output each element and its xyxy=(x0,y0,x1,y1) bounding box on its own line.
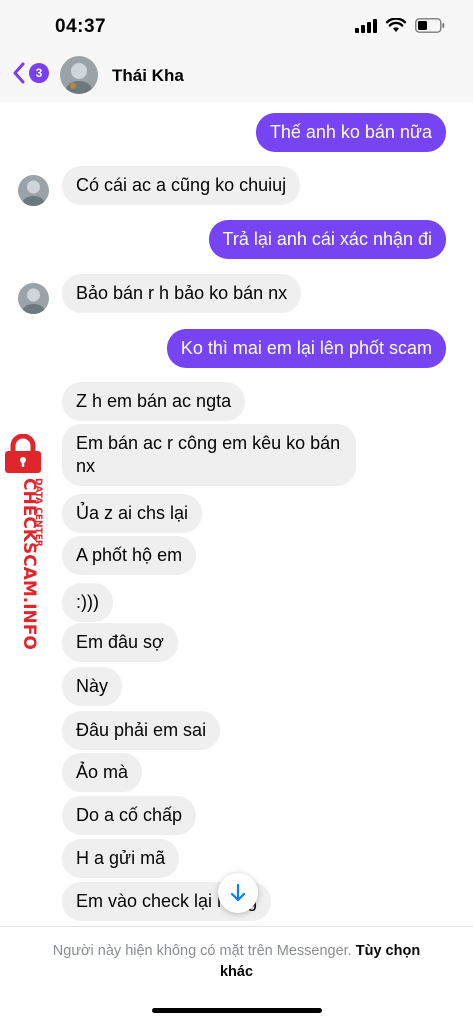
message-bubble-outgoing[interactable]: Trả lại anh cái xác nhận đi xyxy=(208,220,446,259)
status-time: 04:37 xyxy=(55,16,107,37)
scroll-to-bottom-button[interactable] xyxy=(218,873,258,913)
message-bubble-incoming[interactable]: Em đâu sợ xyxy=(62,623,178,662)
conversation-header: 3 Thái Kha xyxy=(0,52,473,102)
home-indicator[interactable] xyxy=(152,1008,322,1013)
message-bubble-incoming[interactable]: Z h em bán ac ngta xyxy=(62,382,246,421)
message-bubble-incoming[interactable]: Có cái ac a cũng ko chuiuj xyxy=(62,166,301,205)
contact-name[interactable]: Thái Kha xyxy=(112,66,184,86)
arrow-down-icon xyxy=(230,883,246,902)
message-bubble-incoming[interactable]: Do a cố chấp xyxy=(62,796,197,835)
message-bubble-incoming[interactable]: A phốt hộ em xyxy=(62,536,197,575)
message-bubble-incoming[interactable]: Bảo bán r h bảo ko bán nx xyxy=(62,274,302,313)
back-button[interactable]: 3 xyxy=(12,62,49,84)
contact-avatar[interactable] xyxy=(60,56,98,94)
chevron-left-icon xyxy=(13,62,25,84)
status-bar: 04:37 xyxy=(0,0,473,52)
watermark-tagline: DATA CENTER xyxy=(33,478,43,547)
status-icons xyxy=(355,18,445,33)
wifi-icon xyxy=(386,18,406,32)
checkscam-watermark: CHECKSCAM.INFO DATA CENTER xyxy=(2,433,52,666)
message-bubble-incoming[interactable]: Đâu phải em sai xyxy=(62,711,221,750)
unread-count-badge: 3 xyxy=(29,63,49,83)
footer-notice-text: Người này hiện không có mặt trên Messeng… xyxy=(40,941,433,983)
message-bubble-incoming[interactable]: :))) xyxy=(62,583,113,622)
lock-icon xyxy=(5,433,41,473)
message-bubble-incoming[interactable]: Ủa z ai chs lại xyxy=(62,494,203,533)
message-bubble-outgoing[interactable]: Ko thì mai em lại lên phốt scam xyxy=(166,329,446,368)
cellular-signal-icon xyxy=(355,18,377,33)
contact-avatar-small[interactable] xyxy=(18,175,49,206)
message-bubble-incoming[interactable]: H a gửi mã xyxy=(62,839,180,878)
message-bubble-incoming[interactable]: Em bán ac r công em kêu ko bán nx xyxy=(62,424,356,486)
presence-notice: Người này hiện không có mặt trên Messeng… xyxy=(52,943,352,959)
battery-icon xyxy=(415,18,445,33)
message-bubble-incoming[interactable]: Ảo mà xyxy=(62,753,143,792)
message-list[interactable]: Thế anh ko bán nữa Có cái ac a cũng ko c… xyxy=(0,102,473,926)
message-bubble-incoming[interactable]: Này xyxy=(62,667,123,706)
message-bubble-outgoing[interactable]: Thế anh ko bán nữa xyxy=(255,113,446,152)
contact-avatar-small[interactable] xyxy=(18,283,49,314)
